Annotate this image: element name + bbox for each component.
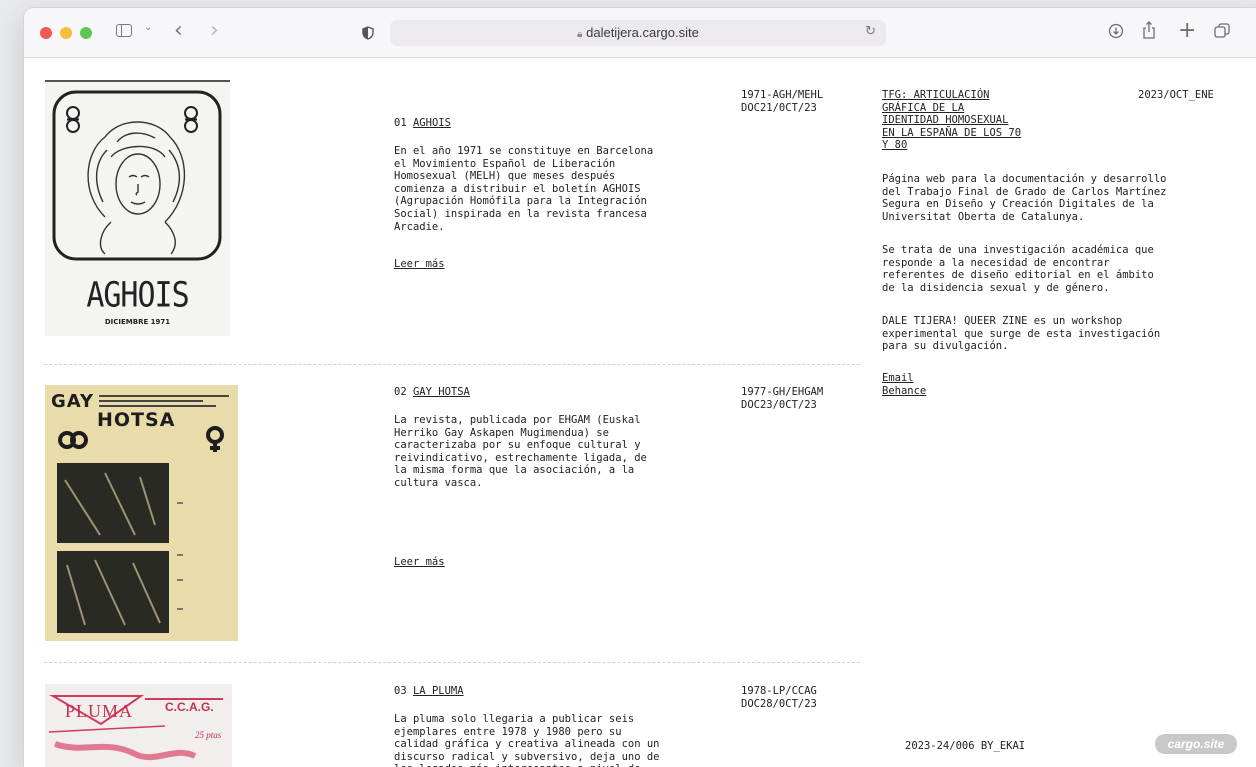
address-bar[interactable]: 🔒︎ daletijera.cargo.site ↻ <box>390 20 886 46</box>
gay-hotsa-doc: DOC23/0CT/23 <box>741 399 817 411</box>
aghois-title-link[interactable]: AGHOIS <box>413 117 451 129</box>
la-pluma-cover-image[interactable]: PLUMA C.C.A.G. 25 ptas <box>45 684 232 767</box>
cargo-site-badge[interactable]: cargo.site <box>1155 734 1237 754</box>
new-tab-icon[interactable]: + <box>1178 18 1196 44</box>
lock-icon: 🔒︎ <box>577 29 583 40</box>
la-pluma-doc: DOC28/0CT/23 <box>741 698 817 710</box>
la-pluma-cover-org: C.C.A.G. <box>165 700 214 714</box>
url-text: daletijera.cargo.site <box>586 25 699 40</box>
aghois-description: En el año 1971 se constituye en Barcelon… <box>394 145 654 233</box>
zoom-window-button[interactable] <box>80 27 92 39</box>
project-paragraph-1: Página web para la documentación y desar… <box>882 173 1167 223</box>
behance-link[interactable]: Behance <box>882 385 926 398</box>
project-paragraph-3: DALE TIJERA! QUEER ZINE es un workshop e… <box>882 315 1161 353</box>
aghois-doc: DOC21/0CT/23 <box>741 102 817 114</box>
gay-hotsa-read-more-link[interactable]: Leer más <box>394 556 445 569</box>
aghois-cover-image[interactable]: AGHOIS DICIEMBRE 1971 <box>45 80 230 336</box>
close-window-button[interactable] <box>40 27 52 39</box>
la-pluma-title-link[interactable]: LA PLUMA <box>413 685 464 697</box>
project-date: 2023/OCT_ENE <box>1138 89 1214 101</box>
la-pluma-cover-price: 25 ptas <box>195 730 222 740</box>
project-paragraph-2: Se trata de una investigación académica … <box>882 244 1154 294</box>
gay-hotsa-title-link[interactable]: GAY HOTSA <box>413 386 470 398</box>
project-title-link[interactable]: TFG: ARTICULACIÓN GRÁFICA DE LA IDENTIDA… <box>882 89 1082 152</box>
browser-toolbar: ⌄ ‹ › 🔒︎ daletijera.cargo.site ↻ + <box>24 8 1256 58</box>
aghois-read-more-link[interactable]: Leer más <box>394 258 445 271</box>
aghois-cover-title: AGHOIS <box>86 275 189 316</box>
minimize-window-button[interactable] <box>60 27 72 39</box>
item-divider <box>44 364 860 365</box>
share-icon[interactable] <box>1142 21 1156 39</box>
la-pluma-code: 1978-LP/CCAG <box>741 685 817 697</box>
gay-hotsa-description: La revista, publicada por EHGAM (Euskal … <box>394 414 647 489</box>
gay-hotsa-code: 1977-GH/EHGAM <box>741 386 824 398</box>
gay-hotsa-cover-image[interactable]: GAY HOTSA <box>45 385 238 641</box>
reload-icon[interactable]: ↻ <box>865 24 876 39</box>
browser-window: ⌄ ‹ › 🔒︎ daletijera.cargo.site ↻ + AGHOI… <box>24 8 1256 767</box>
aghois-code: 1971-AGH/MEHL <box>741 89 824 101</box>
back-icon[interactable]: ‹ <box>174 18 183 44</box>
address-url: 🔒︎ daletijera.cargo.site <box>390 25 886 40</box>
page-content: AGHOIS DICIEMBRE 1971 01 AGHOIS En el añ… <box>24 59 1256 767</box>
forward-icon[interactable]: › <box>210 18 219 44</box>
item-divider <box>44 662 860 663</box>
item-title: 03 LA PLUMA <box>394 685 464 697</box>
item-title: 02 GAY HOTSA <box>394 386 470 398</box>
shield-icon[interactable] <box>362 25 374 40</box>
footer-credit: 2023-24/006 BY_EKAI <box>905 740 1026 752</box>
la-pluma-description: La pluma solo llegaria a publicar seis e… <box>394 713 660 767</box>
la-pluma-cover-title: PLUMA <box>65 701 134 721</box>
aghois-cover-date: DICIEMBRE 1971 <box>104 318 171 326</box>
email-link[interactable]: Email <box>882 372 914 385</box>
download-icon[interactable] <box>1108 23 1124 39</box>
item-title: 01 AGHOIS <box>394 117 451 129</box>
sidebar-toggle-icon[interactable] <box>116 24 132 37</box>
chevron-down-icon[interactable]: ⌄ <box>144 22 152 33</box>
tabs-overview-icon[interactable] <box>1214 23 1230 39</box>
